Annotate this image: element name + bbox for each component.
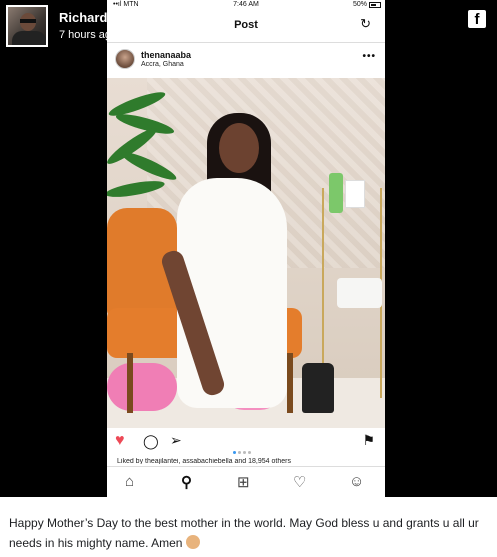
nav-title: Post: [234, 19, 258, 31]
battery-icon: [369, 2, 381, 8]
heart-icon[interactable]: ♥: [115, 432, 125, 450]
instagram-screenshot: ••ıl MTN 7:46 AM 50% Post ↻ thenanaaba A…: [107, 0, 385, 497]
carousel-dots: [233, 441, 253, 459]
author-avatar[interactable]: [6, 5, 48, 47]
divider: [107, 42, 385, 43]
ig-location[interactable]: Accra, Ghana: [141, 61, 184, 68]
comment-icon[interactable]: ◯: [143, 433, 159, 450]
add-icon[interactable]: ⊞: [237, 473, 250, 491]
caption-text: Happy Mother’s Day to the best mother in…: [9, 516, 479, 550]
profile-icon[interactable]: ☺: [349, 473, 364, 490]
post-photo[interactable]: [107, 78, 385, 428]
facebook-logo-icon: f: [468, 10, 486, 28]
facebook-caption-area: Happy Mother’s Day to the best mother in…: [0, 497, 497, 557]
ig-avatar[interactable]: [115, 49, 135, 69]
share-icon[interactable]: ➢: [170, 432, 182, 449]
likes-text[interactable]: Liked by theajilantei, assabachiebella a…: [117, 458, 291, 464]
ig-username[interactable]: thenanaaba: [141, 50, 191, 60]
bookmark-icon[interactable]: ⚑: [362, 432, 375, 449]
battery-percent: 50%: [352, 1, 367, 8]
post-actions: ♥ ◯ ➢ ⚑: [107, 432, 385, 454]
search-icon[interactable]: ⚲: [181, 473, 192, 491]
refresh-icon[interactable]: ↻: [360, 16, 371, 32]
home-icon[interactable]: ⌂: [125, 473, 134, 490]
activity-icon[interactable]: ♡: [293, 473, 306, 491]
more-options-icon[interactable]: •••: [362, 51, 376, 62]
status-time: 7:46 AM: [233, 1, 259, 8]
phone-status-bar: ••ıl MTN 7:46 AM 50%: [107, 0, 385, 10]
praying-hands-icon: [185, 535, 200, 549]
ig-tab-bar: ⌂ ⚲ ⊞ ♡ ☺: [107, 466, 385, 497]
post-caption: Happy Mother’s Day to the best mother in…: [9, 513, 494, 553]
